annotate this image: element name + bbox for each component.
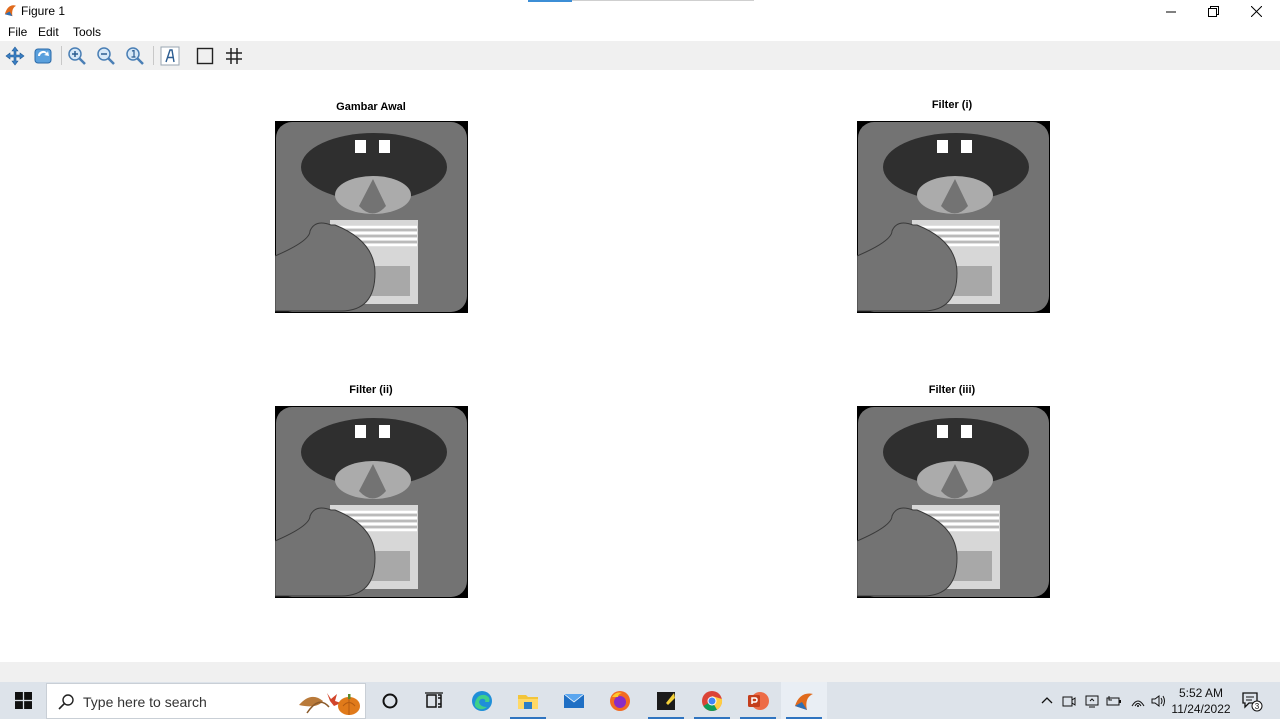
title-bar: Figure 1: [0, 0, 1280, 22]
matlab-icon: [795, 693, 813, 710]
mail-button[interactable]: [551, 682, 597, 719]
zoom-in-button[interactable]: [65, 44, 89, 67]
window-title: Figure 1: [21, 4, 66, 18]
text-button[interactable]: [158, 44, 182, 67]
box-icon: [196, 47, 214, 64]
notification-icon: 3: [1242, 691, 1263, 711]
cortana-icon: [382, 693, 398, 708]
notification-center-button[interactable]: 3: [1238, 682, 1266, 719]
search-icon: [58, 694, 74, 710]
matlab-taskbar-button[interactable]: [781, 682, 827, 719]
clock-time: 5:52 AM: [1178, 686, 1224, 700]
subplot-title: Filter (i): [931, 99, 973, 111]
subplot-image-filter-iii[interactable]: [857, 406, 1050, 598]
cortana-button[interactable]: [367, 682, 413, 719]
sticky-notes-icon: [657, 691, 675, 710]
search-placeholder: Type here to search: [83, 694, 207, 710]
meet-now-icon: [1062, 696, 1076, 706]
firefox-button[interactable]: [597, 682, 643, 719]
chrome-icon: [702, 690, 723, 711]
menu-edit[interactable]: Edit: [38, 25, 59, 39]
search-highlight-autumn-icon: [299, 693, 360, 715]
restore-icon: [1207, 5, 1219, 17]
taskbar: Type here to search 5:52 AM 11/24/2022 3: [0, 682, 1280, 719]
clock-date: 11/24/2022: [1171, 702, 1231, 716]
firefox-icon: [610, 690, 630, 711]
tray-meet-now[interactable]: [1060, 682, 1078, 719]
text-icon: [160, 46, 180, 65]
subplot-image-original[interactable]: [275, 121, 468, 313]
battery-icon: [1106, 695, 1121, 705]
mail-icon: [563, 693, 585, 708]
subplot-image-filter-i[interactable]: [857, 121, 1050, 313]
figure-canvas: Gambar Awal Filter (i) Filter (ii) Filte…: [0, 70, 1280, 662]
restore-button[interactable]: [1192, 0, 1234, 22]
subplot-title: Gambar Awal: [336, 101, 406, 113]
taskbar-search-box[interactable]: Type here to search: [46, 683, 366, 719]
close-button[interactable]: [1235, 0, 1277, 22]
pan-button[interactable]: [3, 44, 27, 67]
grid-button[interactable]: [222, 44, 246, 67]
monitor-icon: [1085, 695, 1099, 707]
close-icon: [1250, 5, 1262, 17]
title-accent-bar: [528, 0, 572, 2]
edge-button[interactable]: [459, 682, 505, 719]
tray-battery[interactable]: [1105, 682, 1123, 719]
edge-icon: [472, 690, 492, 711]
start-button[interactable]: [0, 682, 46, 719]
toolbar-separator: [153, 46, 154, 65]
taskbar-clock[interactable]: 5:52 AM 11/24/2022: [1170, 685, 1232, 717]
zoom-out-icon: [97, 46, 115, 65]
matlab-icon: [4, 5, 17, 17]
file-explorer-button[interactable]: [505, 682, 551, 719]
chrome-button[interactable]: [689, 682, 735, 719]
figure-toolbar: [0, 41, 1280, 70]
figure-status-strip: [0, 662, 1280, 682]
zoom-in-icon: [68, 46, 86, 65]
wifi-icon: [1131, 700, 1145, 707]
pan-icon: [5, 46, 25, 65]
minimize-button[interactable]: [1150, 0, 1192, 22]
zoom-out-button[interactable]: [94, 44, 118, 67]
app-window: Figure 1 File Edit Tools Gambar Awal Fil…: [0, 0, 1280, 719]
box-button[interactable]: [193, 44, 217, 67]
zoom-reset-button[interactable]: [123, 44, 147, 67]
speaker-icon: [1151, 694, 1165, 707]
powerpoint-button[interactable]: [735, 682, 781, 719]
notification-count: 3: [1255, 702, 1260, 711]
grid-icon: [226, 47, 242, 64]
rotate-icon: [34, 48, 52, 63]
title-accent-line: [572, 0, 754, 1]
task-view-button[interactable]: [411, 682, 457, 719]
rotate-button[interactable]: [31, 44, 55, 67]
tray-device[interactable]: [1083, 682, 1101, 719]
menu-bar: File Edit Tools: [0, 22, 1280, 41]
windows-icon: [14, 692, 32, 709]
minimize-icon: [1165, 11, 1176, 12]
menu-tools[interactable]: Tools: [73, 25, 101, 39]
task-view-icon: [425, 691, 443, 708]
show-hidden-icons-button[interactable]: [1038, 682, 1056, 719]
menu-file[interactable]: File: [8, 25, 27, 39]
subplot-title: Filter (ii): [349, 384, 393, 396]
toolbar-separator: [61, 46, 62, 65]
tray-network[interactable]: [1129, 682, 1147, 719]
chevron-up-icon: [1041, 696, 1053, 703]
subplot-image-filter-ii[interactable]: [275, 406, 468, 598]
file-explorer-icon: [518, 694, 538, 709]
sticky-notes-button[interactable]: [643, 682, 689, 719]
zoom-reset-icon: [126, 46, 144, 65]
powerpoint-icon: [748, 691, 769, 710]
tray-volume[interactable]: [1150, 682, 1168, 719]
subplot-title: Filter (iii): [928, 384, 976, 396]
